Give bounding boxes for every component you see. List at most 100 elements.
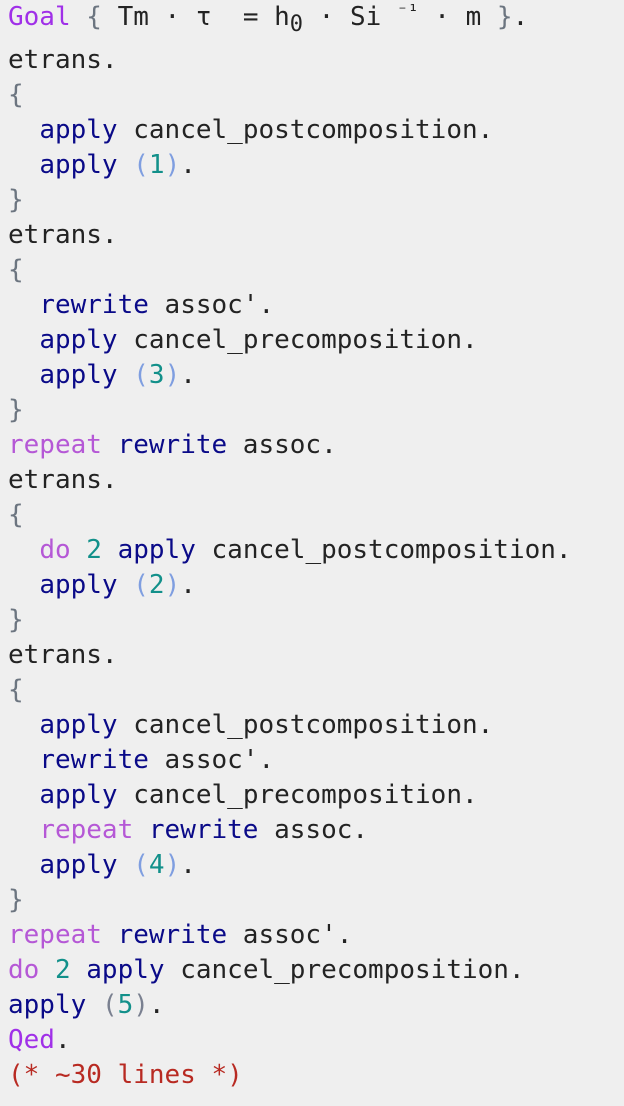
text-token: .	[54, 1025, 71, 1055]
brace-token: {	[8, 500, 24, 530]
number-token: 2	[148, 570, 165, 600]
number-token: 2	[54, 955, 71, 985]
tactic-token: rewrite	[39, 745, 149, 775]
code-line: etrans.	[8, 218, 624, 253]
code-line: do 2 apply cancel_precomposition.	[8, 953, 624, 988]
code-line: Goal { Tm · τ = h0 · Si ⁻¹ · m }.	[8, 0, 624, 43]
tactical-token: repeat	[8, 920, 102, 950]
code-line: apply cancel_postcomposition.	[8, 708, 624, 743]
code-line: {	[8, 673, 624, 708]
code-line: rewrite assoc'.	[8, 288, 624, 323]
paren-token: (	[101, 990, 118, 1020]
code-line: apply (3).	[8, 358, 624, 393]
text-token: .	[180, 150, 196, 180]
tactic-token: rewrite	[148, 815, 259, 845]
tactic-token: apply	[39, 780, 118, 810]
text-token: cancel_postcomposition.	[117, 710, 494, 740]
tactic-token: apply	[39, 360, 118, 390]
number-token: 1	[148, 150, 165, 180]
text-token: assoc.	[258, 815, 369, 845]
text-token: assoc'.	[227, 920, 353, 950]
subscript-token: 0	[289, 12, 304, 37]
brace-token: }	[8, 395, 24, 425]
text-token: etrans.	[8, 465, 118, 495]
brace-token: }	[496, 2, 513, 32]
tactic-token: apply	[117, 535, 196, 565]
text-token: assoc'.	[148, 290, 275, 320]
code-line: Qed.	[8, 1023, 624, 1058]
text-token: .	[512, 2, 529, 32]
code-line: }	[8, 603, 624, 638]
number-token: 5	[117, 990, 134, 1020]
text-token: .	[180, 360, 196, 390]
code-line: etrans.	[8, 638, 624, 673]
text-token: etrans.	[8, 640, 118, 670]
keyword-token: Qed	[8, 1025, 55, 1055]
tactic-token: apply	[39, 850, 118, 880]
text-token: · m	[418, 2, 497, 32]
text-token: cancel_postcomposition.	[195, 535, 572, 565]
paren-token: (	[133, 570, 149, 600]
tactic-token: rewrite	[117, 920, 228, 950]
code-line: rewrite assoc'.	[8, 743, 624, 778]
tactic-token: rewrite	[117, 430, 228, 460]
paren-token: (	[133, 850, 149, 880]
paren-token: )	[164, 570, 181, 600]
code-line: etrans.	[8, 43, 624, 78]
tactical-token: do	[8, 955, 40, 985]
text-token: Tm · τ = h	[101, 2, 290, 32]
code-line: apply (4).	[8, 848, 624, 883]
code-line: (* ~30 lines *)	[8, 1058, 624, 1093]
code-view: Goal { Tm · τ = h0 · Si ⁻¹ · m }. etrans.…	[0, 0, 624, 1093]
text-token: assoc.	[227, 430, 337, 460]
text-token: assoc'.	[148, 745, 275, 775]
paren-token: (	[133, 360, 149, 390]
number-token: 2	[86, 535, 102, 565]
tactic-token: apply	[8, 990, 87, 1020]
tactic-token: apply	[39, 325, 118, 355]
tactic-token: apply	[39, 150, 118, 180]
tactic-token: rewrite	[39, 290, 149, 320]
text-token: cancel_precomposition.	[164, 955, 525, 985]
keyword-token: Goal	[8, 2, 71, 32]
code-line: {	[8, 253, 624, 288]
code-line: etrans.	[8, 463, 624, 498]
code-line: {	[8, 498, 624, 533]
text-token: · Si	[303, 2, 397, 32]
code-line: apply (2).	[8, 568, 624, 603]
brace-token: }	[8, 885, 24, 915]
text-token: .	[180, 570, 196, 600]
tactic-token: apply	[39, 115, 118, 145]
code-line: repeat rewrite assoc'.	[8, 918, 624, 953]
brace-token: }	[8, 185, 24, 215]
tactical-token: repeat	[39, 815, 134, 845]
code-line: {	[8, 78, 624, 113]
text-token: cancel_precomposition.	[117, 780, 478, 810]
number-token: 4	[148, 850, 165, 880]
brace-token: {	[86, 2, 102, 32]
paren-token: )	[133, 990, 149, 1020]
comment-token: (* ~30 lines *)	[8, 1060, 243, 1090]
text-token: cancel_precomposition.	[117, 325, 478, 355]
tactic-token: apply	[39, 710, 118, 740]
tactic-token: apply	[39, 570, 118, 600]
